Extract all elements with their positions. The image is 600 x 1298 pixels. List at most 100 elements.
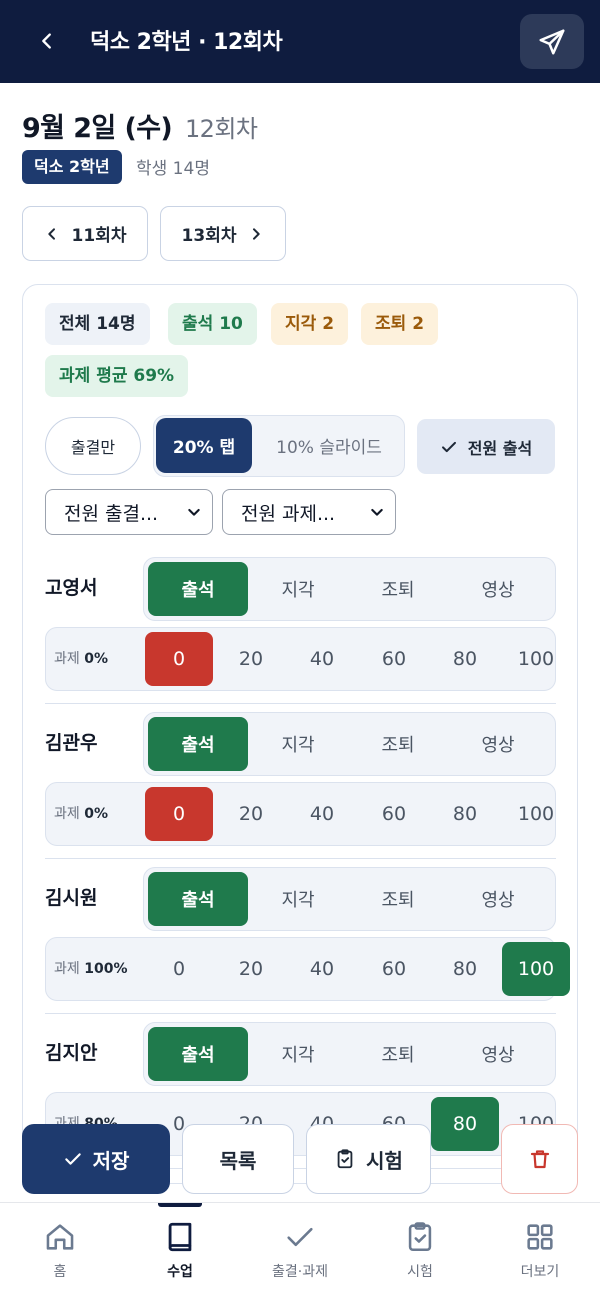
tab-home[interactable]: 홈 <box>0 1203 120 1298</box>
all-present-button[interactable]: 전원 출석 <box>417 419 555 474</box>
attendance-segment: 출석 지각 조퇴 영상 <box>143 712 556 776</box>
attendance-option[interactable]: 영상 <box>448 872 548 926</box>
stat-early-leave: 조퇴 2 <box>361 303 439 345</box>
homework-option[interactable]: 100 <box>502 632 570 686</box>
send-button[interactable] <box>520 14 584 69</box>
homework-option[interactable]: 20 <box>217 787 285 841</box>
homework-option[interactable]: 40 <box>288 942 356 996</box>
attendance-option[interactable]: 지각 <box>248 872 348 926</box>
date-text: 9월 2일 (수) <box>22 113 173 144</box>
attendance-option[interactable]: 영상 <box>448 1027 548 1081</box>
row-divider <box>45 1013 556 1014</box>
row-divider <box>45 703 556 704</box>
class-badge: 덕소 2학년 <box>22 150 122 184</box>
chevron-down-icon <box>188 508 200 516</box>
homework-option[interactable]: 100 <box>502 942 570 996</box>
chevron-left-icon <box>42 33 51 49</box>
homework-percent: 0% <box>84 651 108 667</box>
student-name: 고영서 <box>45 577 98 599</box>
attendance-option[interactable]: 영상 <box>448 562 548 616</box>
attendance-option[interactable]: 출석 <box>148 562 248 616</box>
homework-label-text: 과제 <box>54 961 80 977</box>
input-mode-segment: 20% 탭 10% 슬라이드 <box>153 415 405 477</box>
next-session-button[interactable]: 13회차 <box>160 206 286 261</box>
check-icon <box>441 441 456 452</box>
homework-option[interactable]: 40 <box>288 632 356 686</box>
tab-more[interactable]: 더보기 <box>480 1203 600 1298</box>
attendance-option[interactable]: 출석 <box>148 1027 248 1081</box>
attendance-card: 전체 14명 출석 10 지각 2 조퇴 2 과제 평균 69% 출결만 20%… <box>22 284 578 1184</box>
list-button[interactable]: 목록 <box>182 1124 294 1194</box>
attendance-option[interactable]: 조퇴 <box>348 1027 448 1081</box>
action-bar: 저장 목록 시험 <box>0 1118 600 1202</box>
check-icon <box>64 1153 81 1165</box>
homework-label: 과제 0% <box>54 803 108 823</box>
session-date: 9월 2일 (수) 12회차 <box>22 106 258 145</box>
all-homework-select[interactable]: 전원 과제... <box>222 489 396 535</box>
tab-exam-label: 시험 <box>407 1264 433 1280</box>
homework-label-text: 과제 <box>54 806 80 822</box>
mode-tap-option[interactable]: 20% 탭 <box>156 418 252 473</box>
all-attendance-value: 전원 출결... <box>64 502 159 525</box>
homework-option[interactable]: 60 <box>360 632 428 686</box>
attendance-only-toggle[interactable]: 출결만 <box>45 417 141 475</box>
homework-option[interactable]: 60 <box>360 942 428 996</box>
stat-homework-average: 과제 평균 69% <box>45 355 189 397</box>
attendance-option[interactable]: 지각 <box>248 717 348 771</box>
student-row: 김시원 출석 지각 조퇴 영상과제 100% 0 20 40 60 80 100 <box>45 867 570 1022</box>
homework-option[interactable]: 0 <box>145 942 213 996</box>
attendance-option[interactable]: 영상 <box>448 717 548 771</box>
trash-icon <box>530 1150 549 1169</box>
tab-class[interactable]: 수업 <box>120 1203 240 1298</box>
attendance-option[interactable]: 지각 <box>248 1027 348 1081</box>
clipboard-check-icon <box>402 1219 438 1255</box>
all-attendance-select[interactable]: 전원 출결... <box>45 489 213 535</box>
homework-option[interactable]: 80 <box>431 787 499 841</box>
book-icon <box>162 1219 198 1255</box>
check-icon <box>282 1219 318 1255</box>
homework-option[interactable]: 20 <box>217 632 285 686</box>
prev-session-button[interactable]: 11회차 <box>22 206 148 261</box>
homework-row: 과제 100% 0 20 40 60 80 100 <box>45 937 570 1001</box>
stat-total: 전체 14명 <box>45 303 150 345</box>
save-button[interactable]: 저장 <box>22 1124 170 1194</box>
prev-session-label: 11회차 <box>71 226 127 246</box>
homework-percent: 100% <box>84 961 128 977</box>
row-divider <box>45 858 556 859</box>
homework-percent: 0% <box>84 806 108 822</box>
back-button[interactable] <box>28 22 66 60</box>
student-name: 김지안 <box>45 1042 98 1064</box>
homework-option[interactable]: 20 <box>217 942 285 996</box>
chevron-right-icon <box>253 227 261 240</box>
homework-label: 과제 100% <box>54 958 127 978</box>
tab-class-label: 수업 <box>167 1264 193 1280</box>
attendance-option[interactable]: 조퇴 <box>348 717 448 771</box>
tab-attendance-homework-label: 출결·과제 <box>272 1264 328 1280</box>
homework-option[interactable]: 100 <box>502 787 570 841</box>
attendance-option[interactable]: 출석 <box>148 872 248 926</box>
homework-option[interactable]: 80 <box>431 632 499 686</box>
student-name: 김시원 <box>45 887 98 909</box>
attendance-option[interactable]: 지각 <box>248 562 348 616</box>
homework-option[interactable]: 60 <box>360 787 428 841</box>
homework-option[interactable]: 80 <box>431 942 499 996</box>
attendance-option[interactable]: 조퇴 <box>348 562 448 616</box>
all-homework-value: 전원 과제... <box>241 502 336 525</box>
attendance-option[interactable]: 조퇴 <box>348 872 448 926</box>
tab-exam[interactable]: 시험 <box>360 1203 480 1298</box>
chevron-down-icon <box>371 508 383 516</box>
homework-row: 과제 0% 0 20 40 60 80 100 <box>45 782 556 846</box>
homework-option[interactable]: 0 <box>145 632 213 686</box>
attendance-option[interactable]: 출석 <box>148 717 248 771</box>
mode-slide-option[interactable]: 10% 슬라이드 <box>254 418 404 473</box>
student-row: 고영서 출석 지각 조퇴 영상 과제 0% 0 20 40 60 80 100 <box>45 557 556 712</box>
delete-button[interactable] <box>501 1124 578 1194</box>
homework-option[interactable]: 40 <box>288 787 356 841</box>
attendance-segment: 출석 지각 조퇴 영상 <box>143 1022 556 1086</box>
exam-button[interactable]: 시험 <box>306 1124 431 1194</box>
save-label: 저장 <box>92 1148 130 1173</box>
exam-label: 시험 <box>366 1148 403 1173</box>
tab-attendance-homework[interactable]: 출결·과제 <box>240 1203 360 1298</box>
home-icon <box>42 1219 78 1255</box>
homework-option[interactable]: 0 <box>145 787 213 841</box>
